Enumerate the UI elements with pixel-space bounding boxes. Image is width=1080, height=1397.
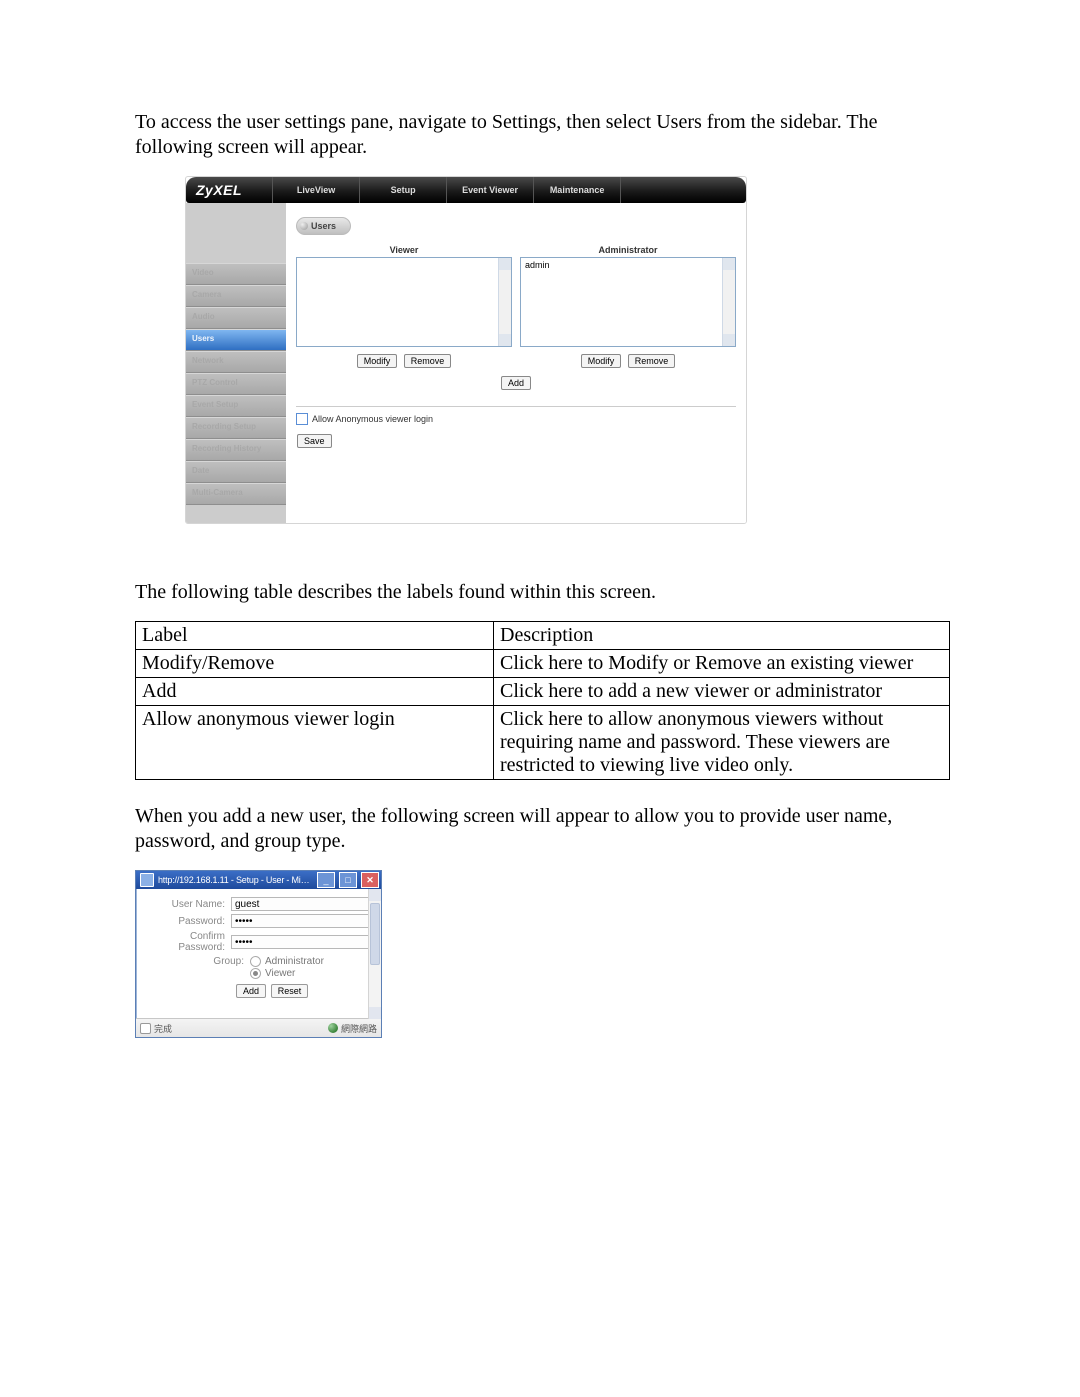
- window-close-button[interactable]: ✕: [361, 872, 379, 888]
- confirm-password-field[interactable]: [231, 935, 371, 949]
- group-viewer-radio[interactable]: Viewer: [250, 968, 371, 979]
- radio-icon[interactable]: [250, 968, 261, 979]
- internet-zone-icon: [328, 1023, 338, 1033]
- label-description-table: Label Description Modify/Remove Click he…: [135, 621, 950, 780]
- adduser-intro-paragraph: When you add a new user, the following s…: [135, 804, 950, 854]
- sidebar-item-video[interactable]: Video: [186, 263, 286, 285]
- nav-maintenance[interactable]: Maintenance: [533, 177, 621, 203]
- table-row: Allow anonymous viewer login Click here …: [136, 706, 950, 780]
- dialog-add-button[interactable]: Add: [236, 984, 266, 998]
- status-right-text: 網際網路: [341, 1022, 377, 1035]
- admin-column-title: Administrator: [520, 245, 736, 255]
- dialog-vertical-scrollbar[interactable]: [368, 889, 381, 1019]
- group-viewer-option-label: Viewer: [265, 968, 295, 979]
- sidebar-item-date[interactable]: Date: [186, 461, 286, 483]
- users-content-pane: Users Viewer Modify Remove Administrato: [286, 203, 746, 523]
- sidebar-item-ptz-control[interactable]: PTZ Control: [186, 373, 286, 395]
- add-user-button[interactable]: Add: [501, 376, 531, 390]
- allow-anonymous-checkbox[interactable]: Allow Anonymous viewer login: [296, 413, 736, 425]
- sidebar-item-camera[interactable]: Camera: [186, 285, 286, 307]
- scrollbar-icon[interactable]: [722, 258, 735, 346]
- nav-eventviewer[interactable]: Event Viewer: [446, 177, 533, 203]
- checkbox-icon[interactable]: [296, 413, 308, 425]
- table-cell-label: Allow anonymous viewer login: [136, 706, 494, 780]
- brand-logo: ZyXEL: [196, 182, 242, 198]
- sidebar-item-recording-history[interactable]: Recording History: [186, 439, 286, 461]
- table-row: Modify/Remove Click here to Modify or Re…: [136, 650, 950, 678]
- allow-anonymous-label: Allow Anonymous viewer login: [312, 414, 433, 424]
- sidebar-item-recording-setup[interactable]: Recording Setup: [186, 417, 286, 439]
- group-admin-radio[interactable]: Administrator: [250, 956, 371, 967]
- admin-modify-button[interactable]: Modify: [581, 354, 622, 368]
- admin-remove-button[interactable]: Remove: [628, 354, 676, 368]
- viewer-remove-button[interactable]: Remove: [404, 354, 452, 368]
- sidebar-item-users[interactable]: Users: [186, 329, 286, 351]
- password-field[interactable]: [231, 914, 371, 928]
- username-label: User Name:: [146, 899, 231, 910]
- dialog-title: http://192.168.1.11 - Setup - User - Mic…: [158, 875, 313, 885]
- admin-listbox[interactable]: admin: [520, 257, 736, 347]
- ie-icon: [140, 873, 154, 887]
- admin-list-entry[interactable]: admin: [525, 260, 550, 270]
- sidebar-item-multi-camera[interactable]: Multi-Camera: [186, 483, 286, 505]
- table-intro-paragraph: The following table describes the labels…: [135, 580, 950, 605]
- table-cell-label: Add: [136, 678, 494, 706]
- table-header-desc: Description: [494, 622, 950, 650]
- dialog-reset-button[interactable]: Reset: [271, 984, 309, 998]
- table-cell-desc: Click here to allow anonymous viewers wi…: [494, 706, 950, 780]
- sidebar-item-audio[interactable]: Audio: [186, 307, 286, 329]
- users-section-header: Users: [296, 217, 351, 235]
- scrollbar-icon[interactable]: [498, 258, 511, 346]
- sidebar-item-event-setup[interactable]: Event Setup: [186, 395, 286, 417]
- window-minimize-button[interactable]: _: [317, 872, 335, 888]
- confirm-password-label: Confirm Password:: [146, 931, 231, 953]
- top-navbar: ZyXEL LiveView Setup Event Viewer Mainte…: [186, 177, 746, 203]
- nav-liveview[interactable]: LiveView: [272, 177, 359, 203]
- status-left-text: 完成: [154, 1022, 172, 1035]
- sidebar-item-network[interactable]: Network: [186, 351, 286, 373]
- dialog-titlebar: http://192.168.1.11 - Setup - User - Mic…: [136, 871, 381, 889]
- table-header-row: Label Description: [136, 622, 950, 650]
- table-cell-desc: Click here to Modify or Remove an existi…: [494, 650, 950, 678]
- viewer-modify-button[interactable]: Modify: [357, 354, 398, 368]
- save-button[interactable]: Save: [297, 434, 332, 448]
- add-user-dialog-screenshot: http://192.168.1.11 - Setup - User - Mic…: [135, 870, 382, 1038]
- viewer-column-title: Viewer: [296, 245, 512, 255]
- table-row: Add Click here to add a new viewer or ad…: [136, 678, 950, 706]
- settings-sidebar: Video Camera Audio Users Network PTZ Con…: [186, 203, 286, 523]
- intro-paragraph: To access the user settings pane, naviga…: [135, 110, 950, 160]
- group-admin-option-label: Administrator: [265, 956, 324, 967]
- table-cell-label: Modify/Remove: [136, 650, 494, 678]
- viewer-listbox[interactable]: [296, 257, 512, 347]
- radio-icon[interactable]: [250, 956, 261, 967]
- username-field[interactable]: [231, 897, 371, 911]
- table-cell-desc: Click here to add a new viewer or admini…: [494, 678, 950, 706]
- window-maximize-button[interactable]: □: [339, 872, 357, 888]
- users-settings-screenshot: ZyXEL LiveView Setup Event Viewer Mainte…: [185, 176, 747, 524]
- status-icon: [140, 1023, 151, 1034]
- nav-setup[interactable]: Setup: [359, 177, 446, 203]
- dialog-statusbar: 完成 網際網路: [136, 1018, 381, 1037]
- password-label: Password:: [146, 916, 231, 927]
- table-header-label: Label: [136, 622, 494, 650]
- group-label: Group:: [146, 956, 250, 967]
